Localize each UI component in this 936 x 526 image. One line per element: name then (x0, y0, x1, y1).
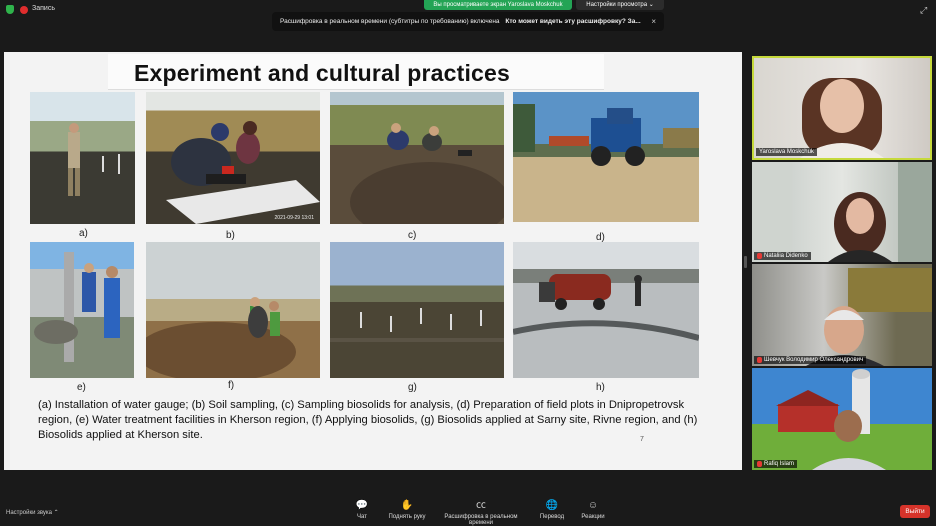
participant-tile-shevchuk[interactable]: Шевчук Володимир Олександрович (752, 264, 932, 366)
slide-page-mark: 7 (640, 436, 644, 443)
photo-label-c: c) (408, 230, 417, 241)
participant-name: Шевчук Володимир Олександрович (764, 357, 864, 363)
photo-f-scene (146, 297, 296, 378)
transcript-visibility-link[interactable]: Кто может видеть эту расшифровку? За... (505, 18, 640, 25)
photo-soil-sampling: 2021-09-29 13:01 (146, 92, 320, 224)
photo-d-scene (513, 104, 699, 166)
chat-button[interactable]: 💬 Чат (350, 500, 374, 520)
video-frame (806, 268, 932, 366)
mic-muted-icon (757, 461, 762, 467)
photo-label-a: a) (79, 228, 88, 239)
photo-g-scene (330, 308, 504, 342)
zoom-window: Запись Вы просматриваете экран Yaroslava… (0, 0, 936, 526)
mic-muted-icon (757, 357, 762, 363)
chat-icon: 💬 (355, 500, 369, 511)
emoji-icon: ☺ (587, 500, 599, 511)
reactions-label: Реакции (581, 514, 605, 520)
photo-kherson-site (513, 242, 699, 378)
photo-h-scene (513, 274, 699, 341)
slide-caption: (a) Installation of water gauge; (b) Soi… (38, 399, 698, 441)
panel-resize-handle[interactable] (744, 256, 747, 268)
photo-label-g: g) (408, 382, 417, 393)
transcript-label: Расшифровка в реальном времени (444, 514, 518, 526)
close-icon[interactable]: × (651, 12, 656, 31)
video-frame (800, 78, 884, 158)
raise-hand-label: Поднять руку (388, 514, 426, 520)
hand-icon: ✋ (400, 500, 414, 511)
transcript-banner-text: Расшифровка в реальном времени (субтитры… (280, 18, 500, 25)
photo-e-scene (34, 252, 120, 362)
participant-name-tag: Nataliia Didenko (754, 252, 811, 260)
participant-name: Nataliia Didenko (764, 253, 808, 259)
photo-timestamp: 2021-09-29 13:01 (274, 215, 314, 221)
participant-tile-yaroslava[interactable]: Yaroslava Moskchuk (752, 56, 932, 160)
photo-label-h: h) (596, 382, 605, 393)
participant-tile-rafiq[interactable]: Rafiq Islam (752, 368, 932, 470)
photo-label-f: f) (228, 380, 235, 391)
photo-water-gauge (30, 92, 135, 224)
shield-icon[interactable] (6, 5, 14, 14)
translate-button[interactable]: 🌐 Перевод (536, 500, 568, 520)
reactions-button[interactable]: ☺ Реакции (576, 500, 610, 520)
participant-tile-nataliia[interactable]: Nataliia Didenko (752, 162, 932, 262)
photo-water-treatment (30, 242, 134, 378)
photo-applying-biosolids (146, 242, 320, 378)
cc-icon: ㏄ (476, 500, 486, 511)
participant-name-tag: Шевчук Володимир Олександрович (754, 356, 867, 364)
screen-share-banner: Вы просматриваете экран Yaroslava Moskch… (424, 0, 572, 10)
participant-name: Yaroslava Moskchuk (759, 149, 814, 155)
photo-label-b: b) (226, 230, 235, 241)
record-label[interactable]: Запись (32, 5, 55, 12)
raise-hand-button[interactable]: ✋ Поднять руку (384, 500, 430, 520)
shared-slide: Experiment and cultural practices 2021-0… (4, 52, 742, 470)
photo-label-e: e) (77, 382, 86, 393)
audio-settings-button[interactable]: Настройки звука ⌃ (6, 509, 59, 516)
expand-icon[interactable]: ⤢ (920, 5, 927, 16)
video-frame (752, 162, 932, 262)
live-transcript-button[interactable]: ㏄ Расшифровка в реальном времени (432, 500, 530, 526)
slide-title: Experiment and cultural practices (134, 60, 511, 86)
photo-a-scene (68, 123, 120, 196)
photo-field-preparation (513, 92, 699, 222)
record-icon (20, 6, 28, 14)
video-frame (776, 369, 886, 470)
participant-name: Rafiq Islam (764, 461, 795, 467)
leave-button[interactable]: Выйти (900, 505, 930, 518)
globe-icon: 🌐 (545, 500, 559, 511)
chat-label: Чат (357, 514, 367, 520)
participant-name-tag: Rafiq Islam (754, 460, 798, 468)
translate-label: Перевод (539, 514, 565, 520)
photo-c-scene (350, 123, 504, 224)
participant-name-tag: Yaroslava Moskchuk (756, 148, 817, 156)
view-options-button[interactable]: Настройки просмотра ⌄ (576, 0, 664, 10)
live-transcript-banner: Расшифровка в реальном времени (субтитры… (272, 12, 664, 31)
photo-sarny-site (330, 242, 504, 378)
photo-biosolids-sampling (330, 92, 504, 224)
photo-b-scene (166, 121, 320, 224)
meeting-toolbar: Настройки звука ⌃ 💬 Чат ✋ Поднять руку ㏄… (0, 496, 936, 526)
mic-muted-icon (757, 253, 762, 259)
